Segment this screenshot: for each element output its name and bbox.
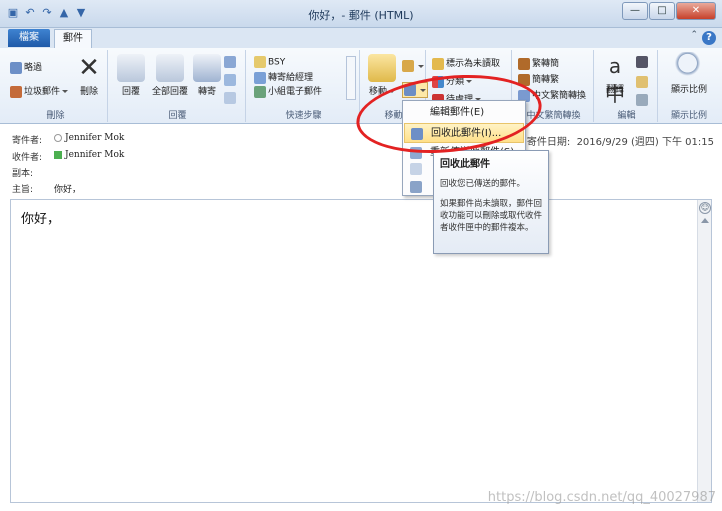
junk-ignore-button[interactable]: 略過 xyxy=(10,60,42,74)
body-text: 你好， xyxy=(21,212,61,227)
presence-icon-empty xyxy=(54,133,62,142)
subject-value: 你好， xyxy=(54,185,82,195)
related-icon xyxy=(636,76,648,88)
quickstep-to-manager[interactable]: 轉寄給經理 xyxy=(254,70,313,84)
minimize-ribbon-icon[interactable]: ⌃ xyxy=(690,30,698,40)
quickstep-scroll[interactable] xyxy=(346,56,356,100)
tooltip-title: 回收此郵件 xyxy=(440,159,490,170)
reply-all-icon xyxy=(156,54,184,82)
group-delete: 略過 垃圾郵件 ✕ 刪除 刪除 xyxy=(4,50,108,122)
trad-to-simp-button[interactable]: 繁轉簡 xyxy=(518,56,559,70)
tab-mail[interactable]: 郵件 xyxy=(54,29,92,48)
group-quicksteps: BSY 轉寄給經理 小組電子郵件 快速步驟 xyxy=(248,50,360,122)
to-value: Jennifer Mok xyxy=(54,150,124,160)
tooltip-line1: 回收您已傳送的郵件。 xyxy=(440,179,526,189)
zoom-button[interactable]: 顯示比例 xyxy=(664,52,714,95)
more-icon xyxy=(224,92,236,104)
message-header: 寄件者: Jennifer Mok 收件者: Jennifer Mok 副本: … xyxy=(0,125,722,197)
forward-button[interactable]: 轉寄 xyxy=(192,54,222,97)
im-icon xyxy=(224,74,236,86)
scroll-up-icon[interactable] xyxy=(701,218,709,223)
meeting-icon xyxy=(224,56,236,68)
cc-label: 副本: xyxy=(12,169,34,179)
group-zoom: 顯示比例 顯示比例 xyxy=(660,50,718,122)
binoculars-icon xyxy=(636,56,648,68)
quickstep-team-email[interactable]: 小組電子郵件 xyxy=(254,84,322,98)
window-controls: — □ ✕ xyxy=(622,2,716,20)
reply-icon xyxy=(117,54,145,82)
subject-label: 主旨: xyxy=(12,185,34,195)
ignore-icon xyxy=(10,61,22,74)
envelope-icon xyxy=(432,57,444,70)
move-folder-icon xyxy=(368,54,396,82)
view-icon xyxy=(410,181,422,193)
tab-file[interactable]: 檔案 xyxy=(8,29,50,47)
from-label: 寄件者: xyxy=(12,136,43,146)
group-label-respond: 回覆 xyxy=(168,111,187,121)
vertical-scrollbar[interactable]: ☺ xyxy=(697,200,711,502)
from-value: Jennifer Mok xyxy=(54,133,124,143)
reply-button[interactable]: 回覆 xyxy=(114,54,148,97)
recall-tooltip: 回收此郵件 回收您已傳送的郵件。 如果郵件尚未讀取，郵件回收功能可以刪除或取代收… xyxy=(433,150,549,254)
quickstep-icon xyxy=(254,56,266,68)
rules-button[interactable] xyxy=(402,60,424,72)
help-icon[interactable]: ? xyxy=(702,31,716,45)
quickstep-bsy[interactable]: BSY xyxy=(254,56,285,68)
maximize-button[interactable]: □ xyxy=(649,2,675,20)
delete-button[interactable]: ✕ 刪除 xyxy=(74,54,104,97)
presence-icon-online xyxy=(54,150,62,159)
meeting-button[interactable] xyxy=(224,56,238,68)
forward-icon xyxy=(193,54,221,82)
translate-icon: a中 xyxy=(605,54,625,106)
rules-icon xyxy=(402,60,414,72)
group-label-quicksteps: 快速步驟 xyxy=(285,111,322,121)
tooltip-line2: 如果郵件尚未讀取，郵件回收功能可以刪除或取代收件者收件匣中的郵件複本。 xyxy=(440,199,543,233)
junk-icon xyxy=(10,85,22,98)
mark-unread-button[interactable]: 標示為未讀取 xyxy=(432,56,500,70)
minimize-button[interactable]: — xyxy=(622,2,648,20)
convert-icon xyxy=(518,57,530,70)
message-body[interactable]: 你好， ☺ xyxy=(10,199,712,503)
cursor-icon xyxy=(636,94,648,106)
watermark: https://blog.csdn.net/qq_40027987 xyxy=(487,490,716,505)
related-button[interactable] xyxy=(636,76,650,88)
forward-manager-icon xyxy=(254,71,266,84)
group-label-delete: 刪除 xyxy=(46,111,65,121)
group-label-zoom: 顯示比例 xyxy=(670,111,707,121)
group-respond: 回覆 全部回覆 轉寄 回覆 xyxy=(110,50,246,122)
sent-date: 寄件日期: 2016/9/29 (週四) 下午 01:15 xyxy=(526,137,714,148)
simp-to-trad-button[interactable]: 簡轉繁 xyxy=(518,72,559,86)
team-email-icon xyxy=(254,85,266,98)
select-button[interactable] xyxy=(636,94,650,106)
find-button[interactable] xyxy=(636,56,650,68)
more-respond-button[interactable] xyxy=(224,92,238,104)
magnifier-icon xyxy=(675,52,703,80)
translate-button[interactable]: a中 翻譯 xyxy=(598,52,632,106)
im-button[interactable] xyxy=(224,74,238,86)
to-label: 收件者: xyxy=(12,153,43,163)
smiley-icon: ☺ xyxy=(699,202,711,214)
ribbon-tabs: 檔案 郵件 ⌃ ? xyxy=(0,28,722,48)
other-action-icon xyxy=(410,163,422,175)
window-title: 你好，- 郵件 (HTML) xyxy=(308,9,414,22)
junk-mail-button[interactable]: 垃圾郵件 xyxy=(10,84,69,98)
group-editing: a中 翻譯 編輯 xyxy=(596,50,658,122)
group-label-editing: 編輯 xyxy=(617,111,636,121)
delete-x-icon: ✕ xyxy=(78,53,100,83)
title-bar: ▣ ↶ ↷ ▲ ▼ 你好，- 郵件 (HTML) — □ ✕ xyxy=(0,0,722,28)
close-button[interactable]: ✕ xyxy=(676,2,716,20)
reply-all-button[interactable]: 全部回覆 xyxy=(148,54,192,97)
